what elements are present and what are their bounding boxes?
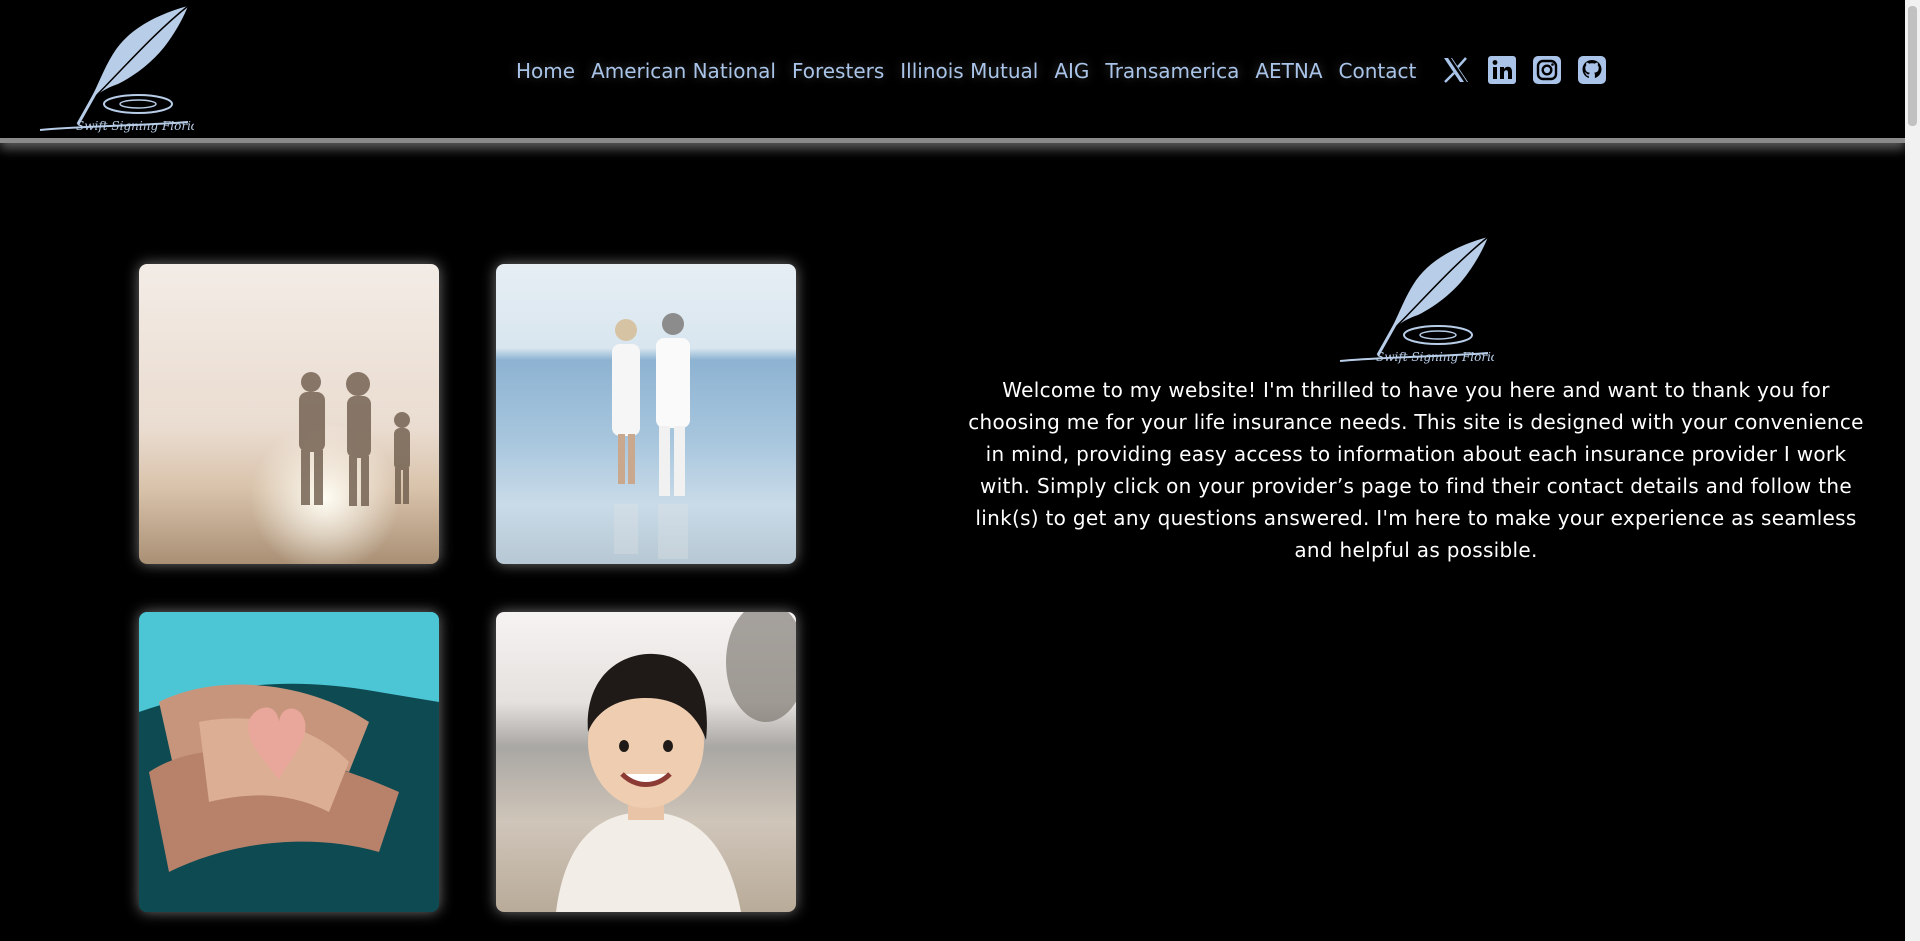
page-scrollbar[interactable]	[1905, 0, 1920, 941]
github-link[interactable]	[1577, 55, 1607, 85]
quill-feather-icon: Swift Signing Florida	[1339, 236, 1506, 364]
content-logo-text: Swift Signing Florida	[1376, 350, 1494, 364]
nav-home[interactable]: Home	[516, 53, 575, 89]
main-nav: Home American National Foresters Illinoi…	[516, 53, 1432, 89]
x-twitter-link[interactable]	[1441, 55, 1471, 85]
linkedin-icon	[1488, 56, 1516, 84]
quill-feather-icon: Swift Signing Florida	[39, 5, 206, 133]
site-header: Swift Signing Florida Home American Nati…	[0, 0, 1905, 143]
logo-text: Swift Signing Florida	[76, 119, 194, 133]
photo-child-beach	[496, 612, 796, 912]
instagram-link[interactable]	[1532, 55, 1562, 85]
welcome-message: Welcome to my website! I'm thrilled to h…	[968, 378, 1864, 562]
instagram-icon	[1533, 56, 1561, 84]
github-icon	[1578, 56, 1606, 84]
content-logo: Swift Signing Florida	[1338, 234, 1506, 366]
scrollbar-thumb[interactable]	[1908, 6, 1917, 126]
nav-foresters[interactable]: Foresters	[792, 53, 884, 89]
nav-aig[interactable]: AIG	[1054, 53, 1089, 89]
linkedin-link[interactable]	[1487, 55, 1517, 85]
photo-hands-heart	[139, 612, 439, 912]
x-twitter-icon	[1444, 57, 1468, 83]
photo-couple-beach	[496, 264, 796, 564]
nav-contact[interactable]: Contact	[1339, 53, 1417, 89]
photo-family-beach	[139, 264, 439, 564]
nav-illinois-mutual[interactable]: Illinois Mutual	[900, 53, 1038, 89]
site-logo[interactable]: Swift Signing Florida	[38, 4, 206, 134]
nav-transamerica[interactable]: Transamerica	[1105, 53, 1239, 89]
nav-aetna[interactable]: AETNA	[1255, 53, 1322, 89]
nav-american-national[interactable]: American National	[591, 53, 776, 89]
